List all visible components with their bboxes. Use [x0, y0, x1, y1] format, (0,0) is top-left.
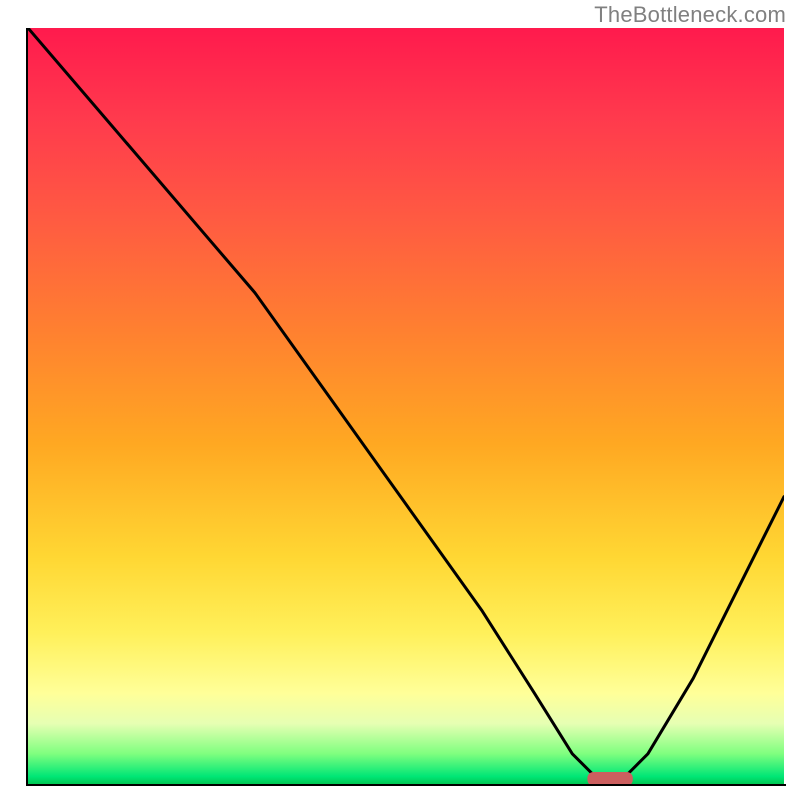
- optimum-marker: [587, 772, 632, 784]
- y-axis: [26, 28, 28, 786]
- chart-container: TheBottleneck.com: [0, 0, 800, 800]
- chart-overlay: [28, 28, 784, 784]
- watermark-text: TheBottleneck.com: [594, 2, 786, 28]
- bottleneck-curve: [28, 28, 784, 784]
- x-axis: [26, 784, 786, 786]
- plot-area: [28, 28, 784, 784]
